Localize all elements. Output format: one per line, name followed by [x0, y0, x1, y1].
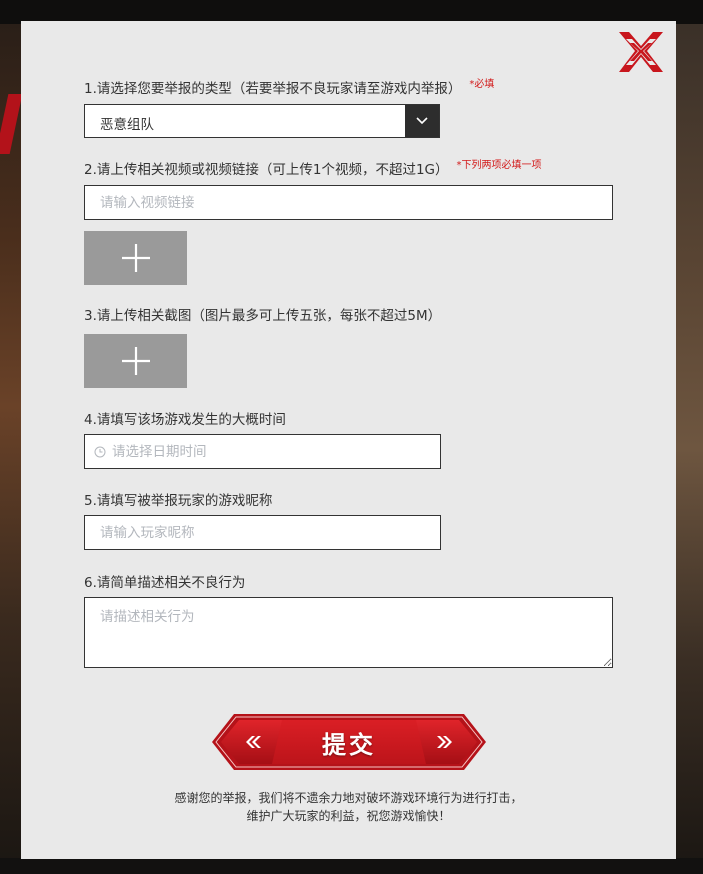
clock-icon — [94, 446, 106, 458]
dropdown-toggle[interactable] — [405, 105, 439, 137]
question-3-text: 3.请上传相关截图（图片最多可上传五张，每张不超过5M） — [84, 308, 442, 324]
question-3-label: 3.请上传相关截图（图片最多可上传五张，每张不超过5M） — [84, 304, 441, 324]
thanks-line-2: 维护广大玩家的利益，祝您游戏愉快！ — [246, 809, 451, 823]
thanks-line-1: 感谢您的举报，我们将不遗余力地对破坏游戏环境行为进行打击， — [174, 791, 523, 805]
screenshot-upload-button[interactable] — [84, 334, 187, 388]
question-5-label: 5.请填写被举报玩家的游戏昵称 — [84, 489, 272, 509]
video-link-input[interactable] — [84, 185, 613, 220]
plus-icon — [121, 244, 150, 272]
either-required-note: *下列两项必填一项 — [456, 160, 542, 171]
question-6-label: 6.请简单描述相关不良行为 — [84, 571, 245, 591]
question-2-label: 2.请上传相关视频或视频链接（可上传1个视频，不超过1G） *下列两项必填一项 — [84, 158, 542, 178]
report-type-select[interactable]: 恶意组队 — [84, 104, 440, 138]
plus-icon — [121, 347, 150, 375]
close-button[interactable] — [616, 29, 666, 75]
submit-label: 提交 — [322, 729, 376, 759]
player-nickname-input[interactable] — [84, 515, 441, 550]
question-1-text: 1.请选择您要举报的类型（若要举报不良玩家请至游戏内举报） — [84, 81, 462, 97]
submit-button[interactable]: 提交 — [212, 710, 486, 774]
question-5-text: 5.请填写被举报玩家的游戏昵称 — [84, 493, 273, 509]
backdrop-red-graphic — [0, 94, 23, 154]
report-modal: 1.请选择您要举报的类型（若要举报不良玩家请至游戏内举报） *必填 恶意组队 2.… — [21, 21, 676, 859]
question-2-text: 2.请上传相关视频或视频链接（可上传1个视频，不超过1G） — [84, 162, 449, 178]
close-x-icon — [619, 32, 663, 72]
datetime-input[interactable] — [84, 434, 441, 469]
backdrop-right — [675, 24, 703, 874]
video-upload-button[interactable] — [84, 231, 187, 285]
chevron-down-icon — [416, 117, 428, 125]
question-6-text: 6.请简单描述相关不良行为 — [84, 575, 246, 591]
behavior-description-textarea[interactable] — [84, 597, 613, 668]
question-1-label: 1.请选择您要举报的类型（若要举报不良玩家请至游戏内举报） *必填 — [84, 77, 494, 97]
report-type-value: 恶意组队 — [100, 117, 154, 133]
question-4-label: 4.请填写该场游戏发生的大概时间 — [84, 408, 286, 428]
backdrop-bottom — [0, 858, 703, 874]
required-note: *必填 — [469, 79, 495, 90]
question-4-text: 4.请填写该场游戏发生的大概时间 — [84, 412, 286, 428]
